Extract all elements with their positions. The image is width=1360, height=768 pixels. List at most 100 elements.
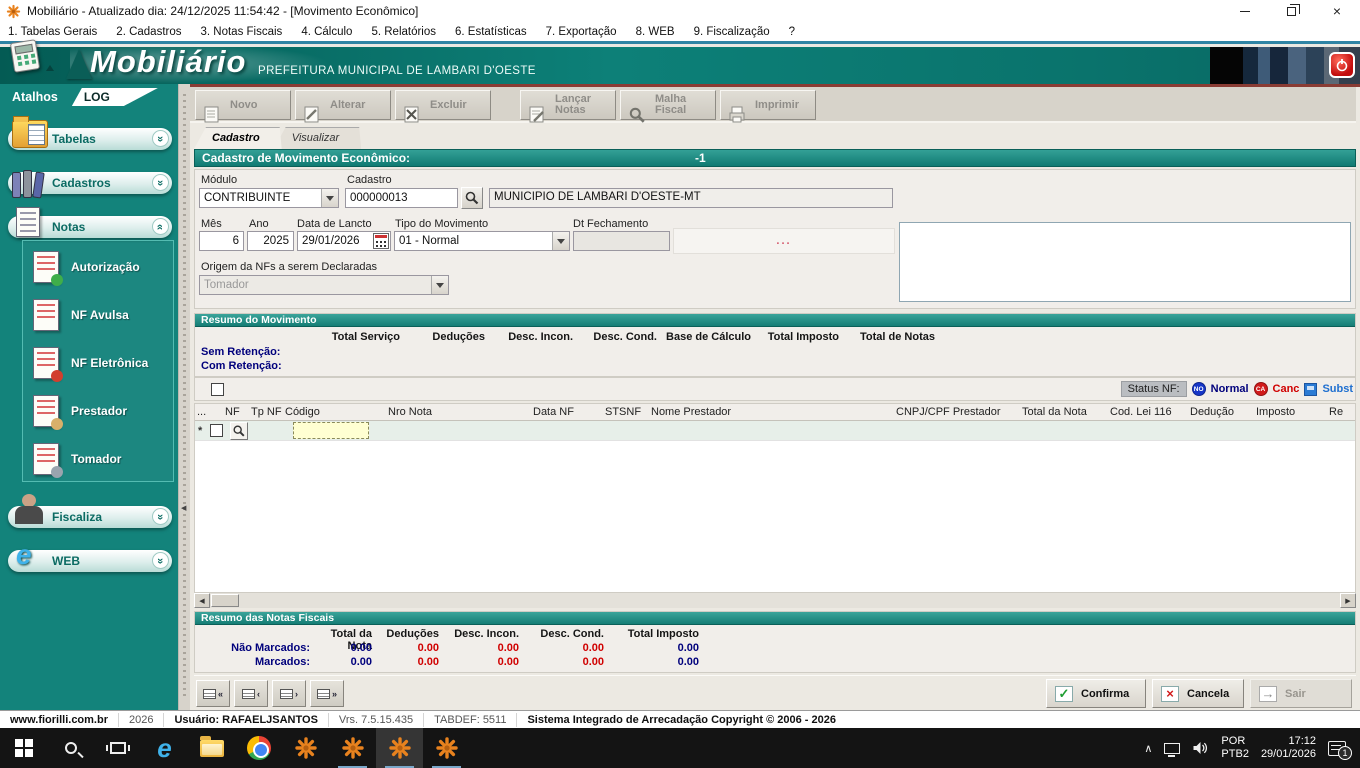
excluir-button[interactable]: Excluir [395, 90, 491, 120]
cadastro-search-button[interactable] [461, 187, 483, 209]
next-record-button[interactable]: › [272, 680, 306, 707]
language-indicator[interactable]: POR PTB2 [1221, 735, 1249, 761]
sidebar-item-nf-avulsa[interactable]: NF Avulsa [33, 295, 129, 335]
taskbar-app-fiorilli-3[interactable] [376, 728, 423, 768]
fiorilli-app-icon [341, 736, 365, 760]
row-label: Não Marcados: [195, 642, 310, 654]
codigo-edit-cell[interactable] [293, 422, 369, 439]
sidebar-group-notas[interactable]: Notas » [8, 216, 172, 238]
clock[interactable]: 17:12 29/01/2026 [1261, 735, 1316, 761]
sidebar-item-tomador[interactable]: Tomador [33, 439, 121, 479]
first-record-button[interactable]: « [196, 680, 230, 707]
sair-button[interactable]: → Sair [1250, 679, 1352, 708]
menu-exportacao[interactable]: 7. Exportação [546, 26, 617, 38]
chevron-up-icon[interactable]: » [152, 218, 169, 235]
chevron-down-icon[interactable]: » [152, 130, 169, 147]
sidebar-item-prestador[interactable]: Prestador [33, 391, 127, 431]
confirma-button[interactable]: ✓ Confirma [1046, 679, 1146, 708]
sidebar-item-autorizacao[interactable]: Autorização [33, 247, 140, 287]
x-icon: × [1161, 686, 1179, 702]
fiorilli-app-icon [435, 736, 459, 760]
power-exit-button[interactable] [1329, 52, 1355, 78]
mes-input[interactable] [199, 231, 244, 251]
dropdown-arrow-icon[interactable] [321, 189, 338, 207]
tray-expand-icon[interactable]: ∧ [1144, 742, 1152, 755]
grid-new-row[interactable]: * [195, 421, 1355, 441]
grid-horizontal-scrollbar[interactable]: ◀ ▶ [194, 593, 1356, 608]
status-website: www.fiorilli.com.br [0, 713, 119, 727]
row-search-button[interactable] [230, 422, 248, 440]
menu-relatorios[interactable]: 5. Relatórios [371, 26, 436, 38]
previous-record-button[interactable]: ‹ [234, 680, 268, 707]
scroll-thumb[interactable] [211, 594, 239, 607]
malha-fiscal-button[interactable]: Malha Fiscal [620, 90, 716, 120]
cancela-button[interactable]: × Cancela [1152, 679, 1244, 708]
sidebar-group-cadastros[interactable]: Cadastros » [8, 172, 172, 194]
novo-button[interactable]: Novo [195, 90, 291, 120]
sidebar-splitter[interactable]: ◀ [178, 84, 190, 710]
menu-help[interactable]: ? [789, 26, 795, 38]
taskbar-app-fiorilli-1[interactable] [282, 728, 329, 768]
scroll-left-arrow[interactable]: ◀ [194, 593, 210, 608]
fiorilli-app-icon [388, 736, 412, 760]
folder-icon [200, 740, 224, 757]
fiorilli-app-icon [294, 736, 318, 760]
notification-center-icon[interactable]: 1 [1328, 741, 1346, 756]
taskbar-app-fiorilli-2[interactable] [329, 728, 376, 768]
menu-notas-fiscais[interactable]: 3. Notas Fiscais [201, 26, 283, 38]
status-version: Vrs. 7.5.15.435 [329, 713, 424, 727]
alterar-button[interactable]: Alterar [295, 90, 391, 120]
taskbar-app-fiorilli-4[interactable] [423, 728, 470, 768]
task-view-button[interactable] [94, 728, 141, 768]
volume-icon[interactable] [1192, 740, 1209, 756]
sidebar-group-tabelas[interactable]: Tabelas » [8, 128, 172, 150]
modulo-select[interactable]: CONTRIBUINTE [199, 188, 339, 208]
menu-estatisticas[interactable]: 6. Estatísticas [455, 26, 527, 38]
ano-input[interactable] [247, 231, 294, 251]
close-button[interactable]: × [1314, 0, 1360, 22]
taskbar-search-button[interactable] [47, 728, 94, 768]
chevron-down-icon[interactable]: » [152, 174, 169, 191]
menu-calculo[interactable]: 4. Cálculo [301, 26, 352, 38]
municipality-name: PREFEITURA MUNICIPAL DE LAMBARI D'OESTE [258, 65, 536, 77]
magnifier-icon [232, 424, 246, 438]
chevron-down-icon[interactable]: » [152, 552, 169, 569]
chevron-down-icon[interactable]: » [152, 508, 169, 525]
taskbar-chrome[interactable] [235, 728, 282, 768]
tab-visualizar[interactable]: Visualizar [274, 127, 362, 149]
minimize-button[interactable] [1222, 0, 1268, 22]
status-copyright: Sistema Integrado de Arrecadação Copyrig… [517, 713, 845, 727]
tipo-movimento-select[interactable]: 01 - Normal [394, 231, 570, 251]
taskbar-file-explorer[interactable] [188, 728, 235, 768]
cadastro-input[interactable] [345, 188, 458, 208]
taskbar-ie[interactable]: e [141, 728, 188, 768]
menu-tabelas-gerais[interactable]: 1. Tabelas Gerais [8, 26, 97, 38]
menu-cadastros[interactable]: 2. Cadastros [116, 26, 181, 38]
sidebar-group-fiscaliza[interactable]: Fiscaliza » [8, 506, 172, 528]
dropdown-arrow-icon[interactable] [552, 232, 569, 250]
tab-cadastro[interactable]: Cadastro [194, 127, 282, 149]
last-record-button[interactable]: » [310, 680, 344, 707]
status-tabdef: TABDEF: 5511 [424, 713, 517, 727]
scroll-right-arrow[interactable]: ▶ [1340, 593, 1356, 608]
sidebar-group-web[interactable]: e WEB » [8, 550, 172, 572]
chrome-icon [247, 736, 271, 760]
value-cell: 0.00 [519, 642, 604, 654]
start-button[interactable] [0, 728, 47, 768]
calendar-icon[interactable] [373, 233, 389, 249]
sidebar-group-label: Tabelas [52, 132, 96, 146]
lancar-notas-button[interactable]: Lançar Notas [520, 90, 616, 120]
restore-button[interactable] [1268, 0, 1314, 22]
network-icon[interactable] [1164, 743, 1180, 754]
imprimir-button[interactable]: Imprimir [720, 90, 816, 120]
row-checkbox[interactable] [210, 424, 223, 437]
select-all-checkbox[interactable] [211, 383, 224, 396]
new-record-icon [203, 95, 223, 115]
row-label: Marcados: [195, 656, 310, 668]
observation-memo[interactable] [899, 222, 1351, 302]
sidebar-item-nf-eletronica[interactable]: NF Eletrônica [33, 343, 148, 383]
badge-icon [51, 274, 63, 286]
menu-web[interactable]: 8. WEB [636, 26, 675, 38]
sidebar-log-tab[interactable]: LOG [72, 88, 158, 106]
menu-fiscalizacao[interactable]: 9. Fiscalização [694, 26, 770, 38]
